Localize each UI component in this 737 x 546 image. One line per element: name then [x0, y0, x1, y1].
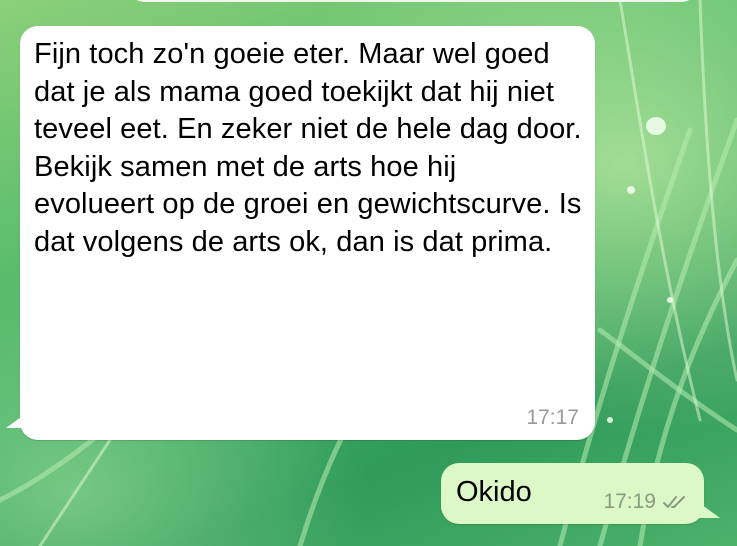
message-timestamp: 17:19	[603, 490, 656, 513]
message-timestamp: 17:17	[526, 406, 579, 429]
message-meta: 17:19	[603, 490, 688, 514]
bubble-tail	[6, 412, 28, 428]
bubble-tail	[698, 502, 720, 518]
outgoing-message-bubble[interactable]: Okido 17:19	[441, 463, 720, 524]
message-text: Fijn toch zo'n goeie eter. Maar wel goed…	[34, 38, 582, 258]
message-text: Okido	[456, 476, 532, 508]
previous-message-bubble-edge	[130, 0, 696, 2]
double-check-icon	[663, 496, 685, 508]
incoming-message-bubble[interactable]: Fijn toch zo'n goeie eter. Maar wel goed…	[6, 26, 595, 440]
